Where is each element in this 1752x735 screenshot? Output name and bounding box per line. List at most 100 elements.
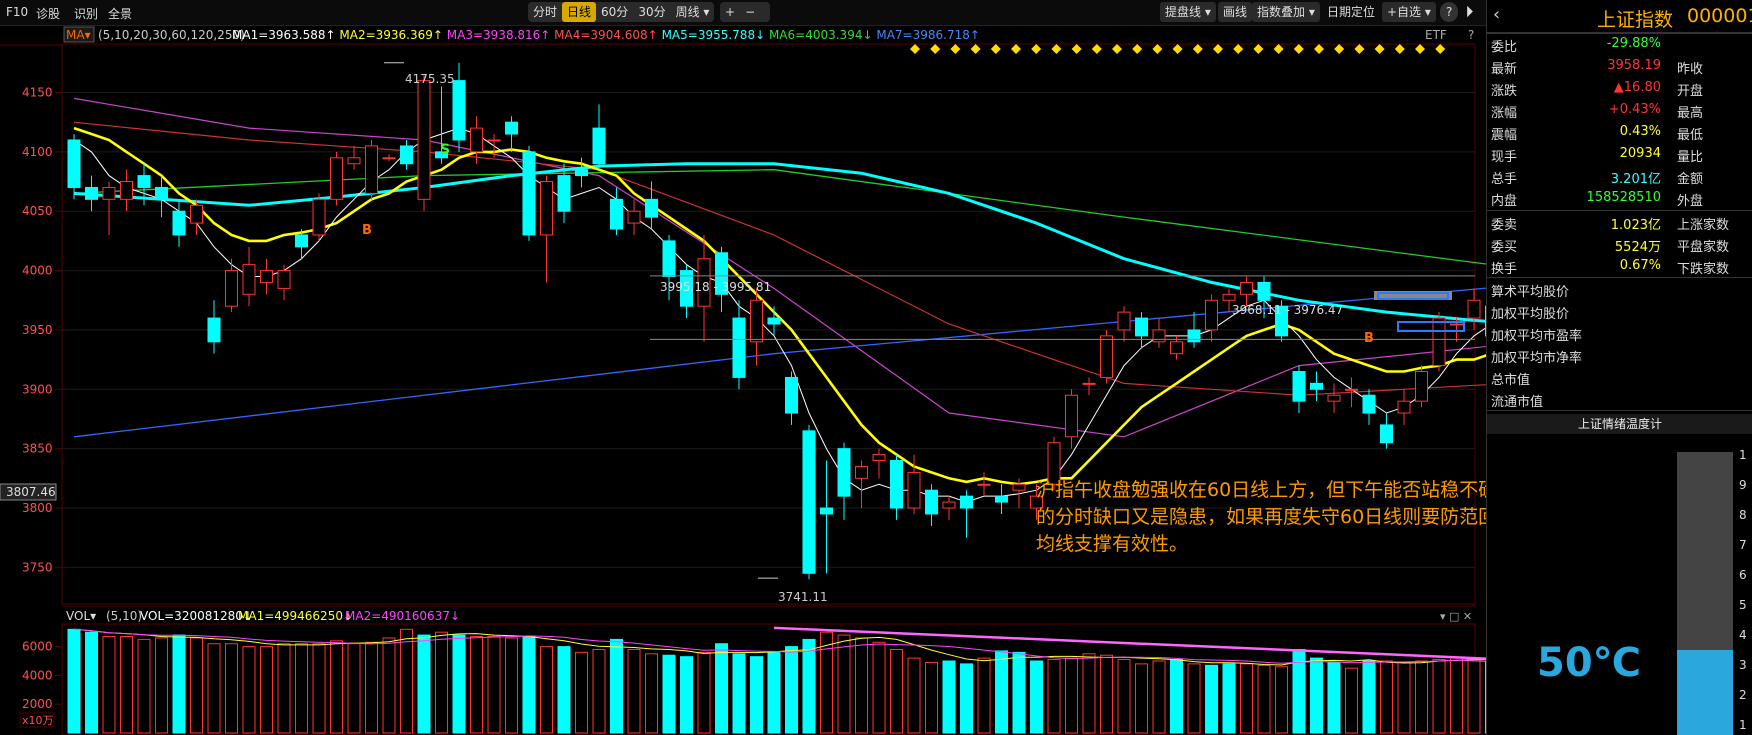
volume-bar-up [872,641,886,734]
f10-link[interactable]: F10 [6,5,28,19]
quote-label: 委买 [1491,240,1518,255]
volume-bar-down [1310,657,1323,734]
candle-up [347,157,361,165]
back-icon[interactable]: ‹ [1493,4,1500,25]
volume-bar-up [1100,654,1113,734]
candle-down [610,198,623,230]
candle-down [925,489,938,515]
candle-up [1065,394,1078,438]
ma20-line [73,97,1486,438]
candle-down [820,507,833,515]
volume-bar-up [1467,657,1481,734]
thermo-tick: 4 [1739,628,1747,642]
draw-line-button[interactable]: 画线 [1218,2,1253,22]
add-watchlist-button[interactable]: +自选 ▾ [1382,2,1436,22]
period-tabs: 分时 日线 60分 30分 周线 ▾ [528,2,715,22]
volume-bar-up [225,643,238,734]
tab-daily[interactable]: 日线 [562,2,597,22]
volume-bar-down [1362,660,1376,734]
signal-diamond [1273,44,1284,54]
tab-60min[interactable]: 60分 [596,2,633,22]
candle-up [1415,370,1428,402]
kline-chart[interactable]: MA▾ (5,10,20,30,60,120,250) MA1=3963.588… [0,25,1486,735]
vol-value: VOL=320081280↓ [140,609,253,623]
etf-label[interactable]: ETF [1425,28,1447,42]
volume-bar-up [1432,659,1446,734]
candle-up [1327,394,1341,402]
quote-value: +0.43% [1608,102,1661,117]
thermo-title: 上证情绪温度计 [1487,414,1752,434]
pane-window-icons[interactable]: ▾ □ ✕ [1440,610,1472,623]
legend-help-icon[interactable]: ? [1468,28,1474,42]
signal-diamond [1213,44,1223,54]
candle-up [1205,299,1218,331]
stat-row: 加权平均市盈率 [1487,322,1752,344]
candle-up [1240,281,1253,295]
volume-bar-up [1345,667,1358,734]
volume-bar-down [1030,660,1043,734]
candle-down [785,376,798,414]
quote-row: 内盘 158528510 外盘 [1487,187,1752,209]
candle-up [242,264,256,295]
volume-bar-down [750,656,763,734]
signal-diamond [1172,44,1183,54]
thermo-tick: 1 [1739,448,1747,462]
index-overlay-button[interactable]: 指数叠加 ▾ [1252,2,1320,22]
candle-down [662,240,676,278]
vol-legend: VOL▾ (5,10) VOL=320081280↓ MA1=499466250… [66,609,1472,623]
tab-weekly[interactable]: 周线 ▾ [671,2,715,22]
volume-bar-up [470,636,483,734]
candle-up [1450,323,1463,326]
candle-down [837,448,851,497]
volume-bar-up [1187,663,1201,734]
volume-bar-up [1082,653,1096,734]
signal-diamond [1374,44,1385,54]
signal-diamond [1011,44,1021,54]
quote-label-2: 上涨家数 [1677,218,1730,233]
candle-down [67,139,81,188]
volume-bar-up [1415,660,1428,734]
help-icon[interactable]: ? [1440,2,1459,22]
quote-value: 158528510 [1586,190,1661,205]
zoom-out-button[interactable]: − [740,2,760,22]
volume-bar-up [330,640,343,734]
volume-bar-down [85,631,98,734]
volume-bar-up [540,646,553,734]
quote-row: 涨跌 ▲16.80 开盘 [1487,77,1752,99]
volume-bar-up [1152,660,1166,734]
volume-bar-up [890,648,903,734]
signal-diamond [1192,44,1203,54]
volume-bar-up [242,646,256,734]
thermo-tick: 6 [1739,568,1747,582]
quote-row: 最新 3958.19 昨收 [1487,55,1752,77]
candle-up [750,299,763,343]
price-tick-label: 4000 [22,264,53,278]
price-tick-label: 4100 [22,145,53,159]
signal-diamond [1132,44,1143,54]
panorama-link[interactable]: 全景 [108,5,132,22]
volume-bar-down [802,638,816,734]
volume-bar-down [1012,651,1026,734]
signal-diamond [990,44,1001,54]
collapse-icon[interactable]: ⏵ [1466,4,1473,20]
volume-bar-up [1047,659,1061,734]
identify-link[interactable]: 识别 [74,5,98,22]
candle-up [260,270,273,283]
vol-tick-label: 2000 [22,697,53,711]
commentary-box: 沪指午收盘勉强收在60日线上方，但下午能否站稳不确定性较大，且今天高开未补的分时… [1036,479,1486,555]
tab-intraday[interactable]: 分时 [528,2,562,22]
signal-diamond [1071,44,1082,54]
diagnose-link[interactable]: 诊股 [36,5,60,22]
vol-selector[interactable]: VOL▾ [66,609,96,623]
zoom-in-button[interactable]: + [720,2,740,22]
index-name: 上证指数 [1597,9,1674,31]
quote-value: 0.43% [1619,124,1661,139]
volume-bar-up [347,643,361,734]
quote-label-2: 昨收 [1677,62,1704,77]
tab-30min[interactable]: 30分 [633,2,670,22]
stat-label: 加权平均市净率 [1491,351,1583,366]
candle-up [942,501,956,509]
volume-bar-up [137,638,151,734]
mention-line-button[interactable]: 提盘线 ▾ [1160,2,1216,22]
date-locate-button[interactable]: 日期定位 [1322,2,1380,22]
